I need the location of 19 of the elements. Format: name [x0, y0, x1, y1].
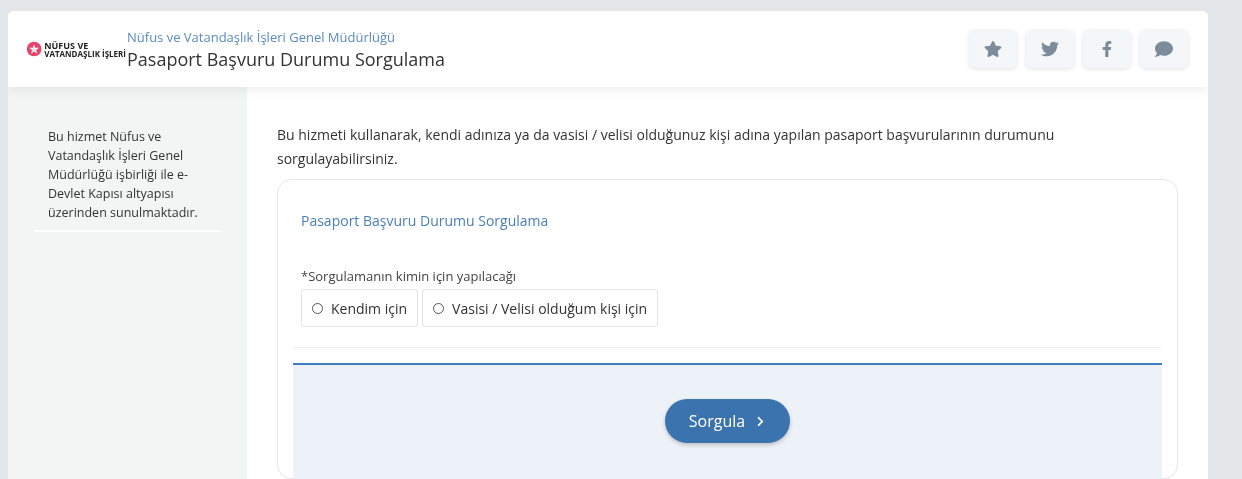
star-icon [984, 40, 1002, 58]
logo-subtext: VATANDAŞLIK İŞLERİ [44, 49, 126, 58]
agency-name: Nüfus ve Vatandaşlık İşleri Genel Müdürlüğü [127, 28, 397, 48]
radio-option[interactable]: Vasisi / Velisi olduğum kişi için [422, 289, 659, 327]
question-label: *Sorgulamanın kimin için yapılacağı [301, 267, 516, 285]
form-title: Pasaport Başvuru Durumu Sorgulama [300, 210, 550, 231]
intro-text: Bu hizmeti kullanarak, kendi adınıza ya da vasisi / velisi olduğunuz kişi adına yapılan pasaport başvurularının durumunu sorgulayabilirsiniz. [277, 124, 1056, 170]
facebook-share-button[interactable] [1083, 30, 1131, 68]
twitter-share-button[interactable] [1026, 30, 1074, 68]
submit-button[interactable]: Sorgula [664, 399, 791, 443]
bird-icon [1041, 40, 1059, 58]
logo-text: NÜFUS VE [44, 40, 89, 50]
logo-emblem-icon [26, 39, 43, 59]
service-info-text: Bu hizmet Nüfus ve Vatandaşlık İşleri Genel Müdürlüğü işbirliği ile e-Devlet Kapısı altyapısı üzerinden sunulmaktadır. [34, 127, 221, 232]
speech-bubble-icon [1155, 40, 1173, 58]
feedback-button[interactable] [1140, 30, 1188, 68]
favorite-button[interactable] [969, 30, 1017, 68]
radio-option[interactable]: Kendim için [301, 289, 419, 327]
page-title: Pasaport Başvuru Durumu Sorgulama [127, 47, 445, 70]
